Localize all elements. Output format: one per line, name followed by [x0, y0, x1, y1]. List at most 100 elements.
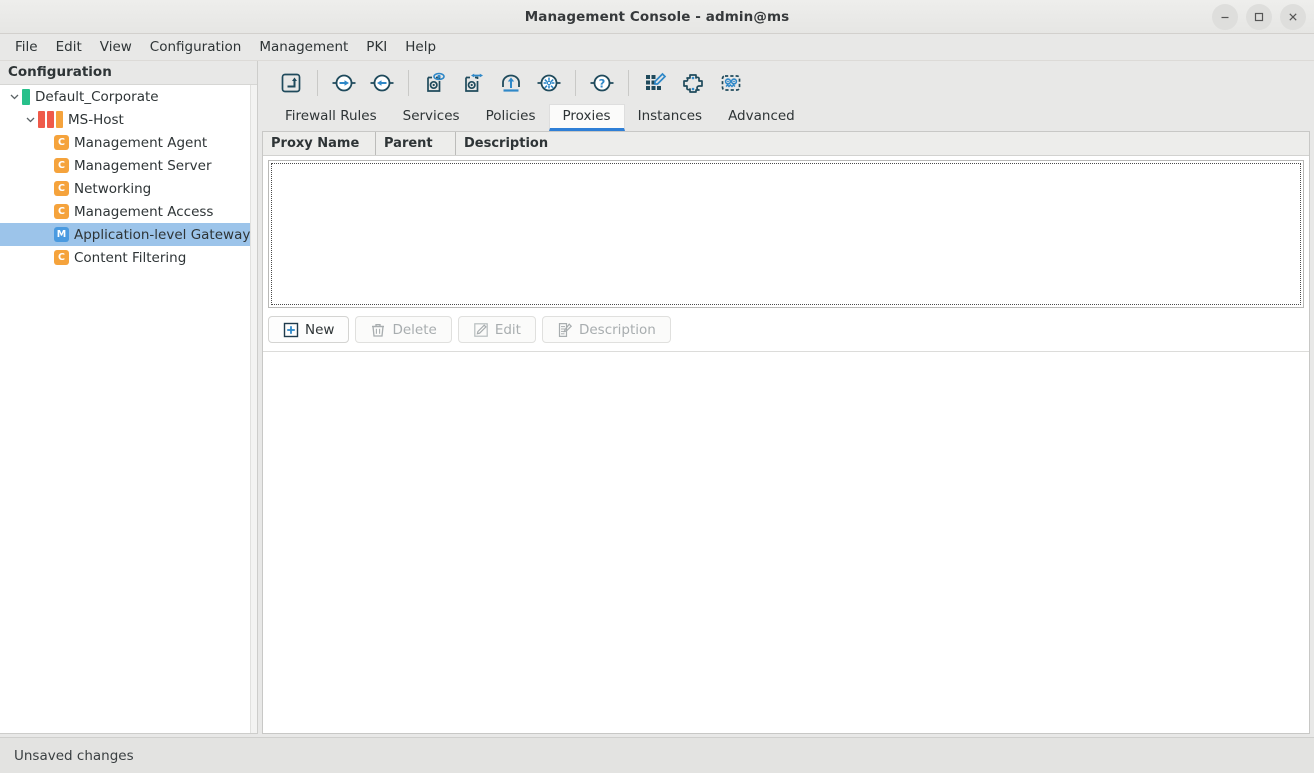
tab-services[interactable]: Services [390, 105, 473, 131]
menu-configuration[interactable]: Configuration [141, 36, 251, 58]
tree-item-management-agent[interactable]: C Management Agent [0, 131, 257, 154]
tree-item-label: Management Agent [74, 134, 208, 151]
settings-button[interactable] [530, 64, 568, 102]
edit-button-label: Edit [494, 321, 521, 338]
m-badge-icon: M [54, 227, 69, 242]
window-controls [1212, 0, 1306, 34]
c-badge-icon: C [54, 181, 69, 196]
main-panel: ? Firewall Rules Services Policies Proxi… [258, 61, 1314, 737]
forward-arrow-icon [332, 74, 356, 92]
go-up-button[interactable] [272, 64, 310, 102]
plugin-button[interactable] [674, 64, 712, 102]
tree-item-management-access[interactable]: C Management Access [0, 200, 257, 223]
tree-item-application-level-gateway[interactable]: M Application-level Gateway [0, 223, 257, 246]
proxy-list-empty-area[interactable] [271, 163, 1301, 305]
help-question-icon: ? [590, 74, 614, 92]
pencil-square-icon [474, 322, 488, 337]
sidebar-header: Configuration [0, 61, 257, 84]
toolbar-separator [575, 70, 576, 96]
preview-config-icon [427, 72, 445, 92]
back-arrow-icon [370, 74, 394, 92]
delete-button-label: Delete [392, 321, 437, 338]
preview-config-button[interactable] [416, 64, 454, 102]
description-button[interactable]: Description [541, 316, 671, 343]
tab-bar: Firewall Rules Services Policies Proxies… [262, 104, 1310, 131]
trash-icon [372, 323, 385, 337]
toolbar-separator [408, 70, 409, 96]
menu-management[interactable]: Management [250, 36, 357, 58]
column-header-proxy-name[interactable]: Proxy Name [263, 132, 375, 155]
sidebar-scrollbar[interactable] [250, 85, 257, 733]
main-split: Configuration Default_Corporate MS-Host … [0, 61, 1314, 737]
tree-item-label: Management Access [74, 203, 214, 220]
proxies-panel: Proxy Name Parent Description New Delete… [262, 131, 1310, 734]
plugin-icon [683, 74, 703, 93]
menu-view[interactable]: View [91, 36, 141, 58]
forward-button[interactable] [325, 64, 363, 102]
configuration-tree[interactable]: Default_Corporate MS-Host C Management A… [0, 84, 257, 733]
host-bars-icon [38, 111, 63, 128]
tree-item-default-corporate[interactable]: Default_Corporate [0, 85, 257, 108]
document-edit-icon [558, 322, 573, 337]
delete-button[interactable]: Delete [355, 316, 452, 343]
upload-button[interactable] [492, 64, 530, 102]
compare-config-icon [465, 73, 483, 92]
tree-item-content-filtering[interactable]: C Content Filtering [0, 246, 257, 269]
tree-item-networking[interactable]: C Networking [0, 177, 257, 200]
tree-item-label: Content Filtering [74, 249, 187, 266]
toolbar: ? [262, 61, 1310, 105]
menu-pki[interactable]: PKI [357, 36, 396, 58]
column-header-parent[interactable]: Parent [375, 132, 455, 155]
help-button[interactable]: ? [583, 64, 621, 102]
c-badge-icon: C [54, 135, 69, 150]
new-button-label: New [305, 321, 335, 338]
back-button[interactable] [363, 64, 401, 102]
tree-item-ms-host[interactable]: MS-Host [0, 108, 257, 131]
tree-item-label: Default_Corporate [35, 88, 159, 105]
tree-item-label: Application-level Gateway [74, 226, 251, 243]
edit-button[interactable]: Edit [457, 316, 536, 343]
compare-config-button[interactable] [454, 64, 492, 102]
minimize-button[interactable] [1212, 4, 1238, 30]
svg-text:?: ? [599, 76, 606, 90]
tab-firewall-rules[interactable]: Firewall Rules [272, 105, 390, 131]
tab-policies[interactable]: Policies [473, 105, 549, 131]
edit-matrix-button[interactable] [636, 64, 674, 102]
menu-bar: File Edit View Configuration Management … [0, 34, 1314, 61]
tree-item-label: Management Server [74, 157, 212, 174]
description-button-label: Description [578, 321, 656, 338]
proxy-list[interactable] [268, 160, 1304, 308]
action-button-row: New Delete Edit Description [263, 308, 1309, 352]
maximize-icon [1254, 12, 1264, 22]
c-badge-icon: C [54, 250, 69, 265]
status-bar: Unsaved changes [0, 737, 1314, 773]
title-bar: Management Console - admin@ms [0, 0, 1314, 34]
tab-instances[interactable]: Instances [625, 105, 715, 131]
tab-advanced[interactable]: Advanced [715, 105, 808, 131]
tree-item-management-server[interactable]: C Management Server [0, 154, 257, 177]
automation-button[interactable] [712, 64, 750, 102]
tree-item-label: MS-Host [68, 111, 124, 128]
chevron-down-icon[interactable] [22, 112, 38, 128]
toolbar-separator [628, 70, 629, 96]
menu-file[interactable]: File [6, 36, 47, 58]
column-header-description[interactable]: Description [455, 132, 1309, 155]
toolbar-separator [317, 70, 318, 96]
chevron-down-icon[interactable] [6, 89, 22, 105]
plus-box-icon [283, 322, 299, 337]
upload-cloud-icon [502, 74, 520, 92]
new-button[interactable]: New [268, 316, 350, 343]
menu-edit[interactable]: Edit [47, 36, 91, 58]
menu-help[interactable]: Help [396, 36, 445, 58]
c-badge-icon: C [54, 204, 69, 219]
edit-matrix-icon [646, 72, 667, 90]
configuration-sidebar: Configuration Default_Corporate MS-Host … [0, 61, 258, 734]
c-badge-icon: C [54, 158, 69, 173]
proxies-detail-area [263, 352, 1309, 733]
table-header: Proxy Name Parent Description [263, 132, 1309, 156]
close-icon [1289, 13, 1297, 21]
maximize-button[interactable] [1246, 4, 1272, 30]
tab-proxies[interactable]: Proxies [548, 104, 625, 131]
window-title: Management Console - admin@ms [524, 8, 790, 25]
close-button[interactable] [1280, 4, 1306, 30]
